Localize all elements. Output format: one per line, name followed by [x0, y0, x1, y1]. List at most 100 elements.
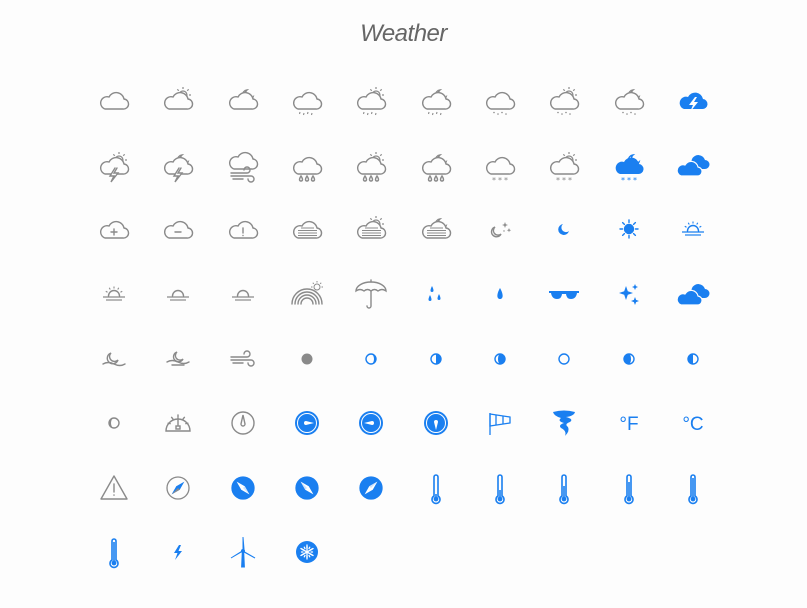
warning-icon: [100, 475, 128, 500]
icon-tile-clouds-filled[interactable]: [661, 133, 725, 198]
icon-tile-moon-waning-crescent[interactable]: [82, 391, 146, 456]
icon-tile-horizon[interactable]: [211, 262, 275, 327]
icon-tile-thermometer-medium[interactable]: [532, 456, 596, 521]
svg-text:*: *: [492, 176, 496, 185]
icon-tile-raindrop[interactable]: [468, 262, 532, 327]
icon-tile-cloud-drizzle-sun[interactable]: [339, 68, 403, 133]
icon-tile-moon-waxing-gibbous[interactable]: [468, 326, 532, 391]
icon-tile-sunset[interactable]: [146, 262, 210, 327]
icon-tile-cloud-drizzle[interactable]: [275, 68, 339, 133]
icon-tile-cloud-fog-moon[interactable]: [403, 197, 467, 262]
icon-tile-thermometer-full[interactable]: [661, 456, 725, 521]
icon-tile-compass-south[interactable]: [403, 391, 467, 456]
icon-tile-sunglasses[interactable]: [532, 262, 596, 327]
icon-tile-moon-waning-gibbous[interactable]: [596, 326, 660, 391]
horizon-icon: [231, 289, 254, 301]
icon-tile-sunrise-filled[interactable]: [661, 197, 725, 262]
icon-tile-barometer[interactable]: [146, 391, 210, 456]
icon-tile-cloud-sun[interactable]: [146, 68, 210, 133]
icon-tile-celsius[interactable]: °C: [661, 391, 725, 456]
icon-tile-thermometer-max[interactable]: [82, 520, 146, 585]
icon-tile-cloud-plus[interactable]: [82, 197, 146, 262]
icon-tile-moonrise[interactable]: [82, 326, 146, 391]
icon-tile-wind-turbine[interactable]: [211, 520, 275, 585]
icon-tile-thermometer-high[interactable]: [596, 456, 660, 521]
icon-tile-cloud-hail[interactable]: [468, 68, 532, 133]
moon-waxing-gibbous-icon: [494, 352, 506, 365]
icon-tile-cloud-minus[interactable]: [146, 197, 210, 262]
sunglasses-icon: [549, 291, 580, 300]
icon-tile-moon-full[interactable]: [532, 326, 596, 391]
icon-tile-fahrenheit[interactable]: °F: [596, 391, 660, 456]
icon-tile-sunrise[interactable]: [82, 262, 146, 327]
icon-tile-cloud-snow-sun[interactable]: * * *: [532, 133, 596, 198]
icon-tile-lightning[interactable]: [146, 520, 210, 585]
icon-tile-umbrella[interactable]: [339, 262, 403, 327]
moon-stars-icon: [490, 222, 512, 238]
icon-tile-compass[interactable]: [211, 391, 275, 456]
icon-tile-cloud-rain[interactable]: [275, 133, 339, 198]
icon-tile-compass-southwest[interactable]: [339, 456, 403, 521]
icon-tile-cloud-wind[interactable]: [211, 133, 275, 198]
icon-tile-cloud-hail-moon[interactable]: [596, 68, 660, 133]
icon-tile-cloud-snow-moon-filled[interactable]: * * *: [596, 133, 660, 198]
icon-tile-rainbow[interactable]: [275, 262, 339, 327]
icon-tile-moonset[interactable]: [146, 326, 210, 391]
icon-tile-raindrops[interactable]: [403, 262, 467, 327]
moonset-icon: [166, 351, 191, 366]
icon-tile-cloud-drizzle-moon[interactable]: [403, 68, 467, 133]
cloud-hail-moon-icon: [614, 89, 644, 116]
icon-tile-moon-waxing-crescent[interactable]: [339, 326, 403, 391]
icon-tile-stars[interactable]: [596, 262, 660, 327]
icon-tile-moon-last-quarter[interactable]: [661, 326, 725, 391]
icon-tile-compass-northwest[interactable]: [211, 456, 275, 521]
cloud-icon: [100, 92, 130, 110]
wind-icon: [230, 350, 255, 367]
icon-tile-moon[interactable]: [532, 197, 596, 262]
moon-waning-crescent-icon: [108, 417, 120, 429]
icon-tile-cloud-rain-moon[interactable]: [403, 133, 467, 198]
compass-northeast-icon: [166, 476, 191, 500]
icon-tile-warning[interactable]: [82, 456, 146, 521]
icon-tile-cloud-lightning-filled[interactable]: [661, 68, 725, 133]
cloud-alert-icon: [228, 221, 258, 240]
icon-tile-thermometer-empty[interactable]: [403, 456, 467, 521]
cloud-lightning-moon-icon: [164, 153, 194, 183]
rainbow-icon: [291, 281, 324, 305]
cloud-rain-moon-icon: [421, 153, 451, 182]
celsius-icon: °C: [682, 414, 703, 435]
icon-tile-cloud-hail-sun[interactable]: [532, 68, 596, 133]
icon-tile-cloud-fog-sun[interactable]: [339, 197, 403, 262]
icon-tile-compass-northeast[interactable]: [146, 456, 210, 521]
moon-new-icon: [301, 353, 313, 365]
icon-tile-cloud[interactable]: [82, 68, 146, 133]
icon-tile-sun[interactable]: [596, 197, 660, 262]
icon-tile-cloud-alert[interactable]: [211, 197, 275, 262]
icon-tile-clouds[interactable]: [661, 262, 725, 327]
icon-tile-wind[interactable]: [211, 326, 275, 391]
icon-tile-cloud-rain-sun[interactable]: [339, 133, 403, 198]
thermometer-medium-icon: [559, 474, 569, 505]
compass-southwest-icon: [359, 476, 383, 500]
icon-tile-cloud-fog[interactable]: [275, 197, 339, 262]
icon-tile-cloud-lightning-moon[interactable]: [146, 133, 210, 198]
icon-tile-windsock[interactable]: [468, 391, 532, 456]
thermometer-low-icon: [495, 474, 505, 505]
icon-tile-thermometer-low[interactable]: [468, 456, 532, 521]
icon-tile-snowflake[interactable]: [275, 520, 339, 585]
moon-last-quarter-icon: [687, 352, 699, 365]
icon-tile-moon-new[interactable]: [275, 326, 339, 391]
cloud-wind-icon: [228, 151, 258, 183]
icon-tile-moon-first-quarter[interactable]: [403, 326, 467, 391]
icon-tile-cloud-snow[interactable]: * * *: [468, 133, 532, 198]
icon-tile-cloud-moon[interactable]: [211, 68, 275, 133]
icon-tile-compass-east[interactable]: [275, 391, 339, 456]
tornado-icon: [553, 410, 576, 437]
icon-tile-moon-stars[interactable]: [468, 197, 532, 262]
icon-tile-compass-southeast[interactable]: [275, 456, 339, 521]
clouds-icon: [676, 284, 710, 306]
snowflake-icon: [296, 541, 319, 564]
icon-tile-cloud-lightning-sun[interactable]: [82, 133, 146, 198]
icon-tile-compass-west[interactable]: [339, 391, 403, 456]
icon-tile-tornado[interactable]: [532, 391, 596, 456]
